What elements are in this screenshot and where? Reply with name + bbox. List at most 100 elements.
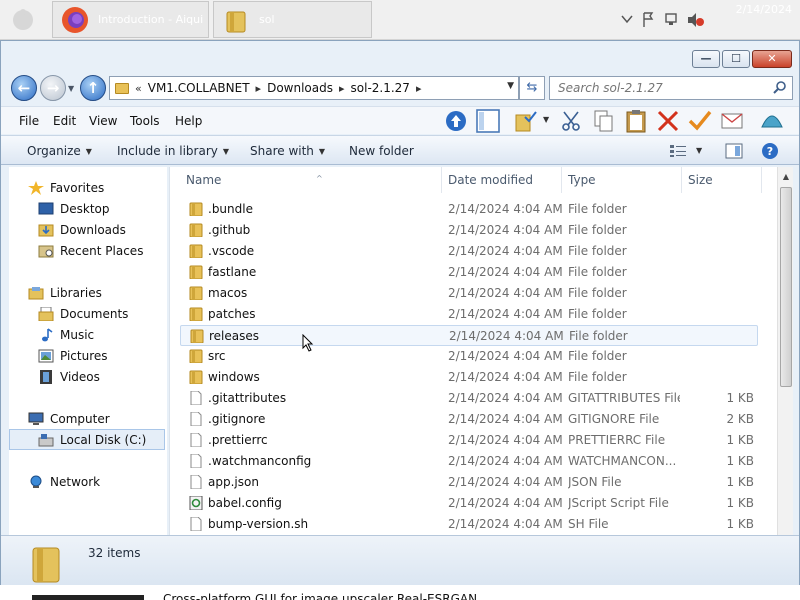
email-icon[interactable] xyxy=(719,109,745,133)
nav-documents-label: Documents xyxy=(60,307,129,321)
menu-edit[interactable]: Edit xyxy=(53,114,76,128)
delete-icon[interactable] xyxy=(655,109,681,133)
maximize-button[interactable]: ☐ xyxy=(722,50,750,68)
film-strip-icon xyxy=(40,370,52,384)
file-row[interactable]: babel.config 2/14/2024 4:04 AM JScript Scr… xyxy=(180,493,758,514)
recent-pages-dropdown-icon[interactable]: ▼ xyxy=(68,84,74,93)
paste-icon[interactable] xyxy=(623,109,649,133)
search-input[interactable] xyxy=(550,77,768,99)
file-date: 2/14/2024 4:04 AM xyxy=(448,244,563,258)
folder-check-icon[interactable] xyxy=(513,109,539,133)
file-row[interactable]: .bundle 2/14/2024 4:04 AM File folder xyxy=(180,199,758,220)
nav-local-disk[interactable]: Local Disk (C:) xyxy=(9,429,165,450)
help-icon[interactable]: ? xyxy=(761,142,779,160)
file-row[interactable]: releases 2/14/2024 4:04 AM File folder xyxy=(180,325,758,346)
file-row[interactable]: windows 2/14/2024 4:04 AM File folder xyxy=(180,367,758,388)
nav-desktop-label: Desktop xyxy=(60,202,110,216)
file-row[interactable]: bump-version.sh 2/14/2024 4:04 AM SH File 1… xyxy=(180,514,758,535)
scrollbar-thumb[interactable] xyxy=(780,187,792,387)
breadcrumb-sol[interactable]: sol-2.1.27 xyxy=(351,81,410,95)
file-date: 2/14/2024 4:04 AM xyxy=(448,391,563,405)
menu-view[interactable]: View xyxy=(89,114,117,128)
new-folder-button[interactable]: New folder xyxy=(349,144,414,158)
file-icon xyxy=(190,475,202,489)
include-in-library-button[interactable]: Include in library ▼ xyxy=(117,144,229,158)
column-header-name[interactable]: ^ Name xyxy=(180,167,442,193)
file-name: bump-version.sh xyxy=(208,517,309,531)
nav-downloads[interactable]: Downloads xyxy=(9,220,165,241)
vertical-scrollbar[interactable]: ▲ ▼ xyxy=(777,167,793,575)
file-row[interactable]: .gitattributes 2/14/2024 4:04 AM GITATTRIB… xyxy=(180,388,758,409)
file-row[interactable]: .prettierrc 2/14/2024 4:04 AM PRETTIERRC F… xyxy=(180,430,758,451)
breadcrumb-overflow[interactable]: « xyxy=(135,82,142,95)
views-dropdown-icon[interactable]: ▼ xyxy=(543,115,549,124)
up-folder-icon[interactable] xyxy=(443,109,469,133)
preview-pane-icon[interactable] xyxy=(725,143,743,159)
taskbar-tab-label: Introduction - Aiqui xyxy=(98,13,204,26)
file-date: 2/14/2024 4:04 AM xyxy=(448,307,563,321)
taskbar-tab-firefox[interactable]: Introduction - Aiqui xyxy=(52,1,209,38)
nav-libraries[interactable]: Libraries xyxy=(9,283,165,304)
folders-pane-icon[interactable] xyxy=(475,109,501,133)
nav-computer[interactable]: Computer xyxy=(9,409,165,430)
refresh-button[interactable]: ⇆ xyxy=(519,76,545,100)
cut-icon[interactable] xyxy=(559,109,585,133)
recent-places-icon xyxy=(38,245,54,258)
column-header-type[interactable]: Type xyxy=(562,167,682,193)
file-row[interactable]: .gitignore 2/14/2024 4:04 AM GITIGNORE Fil… xyxy=(180,409,758,430)
file-row[interactable]: .github 2/14/2024 4:04 AM File folder xyxy=(180,220,758,241)
file-row[interactable]: .watchmanconfig 2/14/2024 4:04 AM WATCHMAN… xyxy=(180,451,758,472)
share-with-button[interactable]: Share with ▼ xyxy=(250,144,325,158)
checkmark-icon[interactable] xyxy=(687,109,713,133)
system-tray[interactable] xyxy=(618,10,718,30)
back-button[interactable]: ← xyxy=(11,75,37,101)
file-row[interactable]: patches 2/14/2024 4:04 AM File folder xyxy=(180,304,758,325)
file-row[interactable]: src 2/14/2024 4:04 AM File folder xyxy=(180,346,758,367)
view-options-dropdown-icon[interactable]: ▼ xyxy=(696,146,702,155)
address-dropdown-icon[interactable]: ▼ xyxy=(507,81,514,91)
nav-pictures[interactable]: Pictures xyxy=(9,346,165,367)
column-header-size[interactable]: Size xyxy=(682,167,762,193)
taskbar-tab-explorer[interactable]: sol xyxy=(213,1,372,38)
up-button[interactable]: ↑ xyxy=(80,75,106,101)
file-row[interactable]: fastlane 2/14/2024 4:04 AM File folder xyxy=(180,262,758,283)
back-arrow-icon: ← xyxy=(17,79,31,97)
file-date: 2/14/2024 4:04 AM xyxy=(448,496,563,510)
file-type: PRETTIERRC File xyxy=(568,433,666,447)
file-date: 2/14/2024 4:04 AM xyxy=(448,202,563,216)
nav-favorites[interactable]: Favorites xyxy=(9,178,165,199)
menu-file[interactable]: File xyxy=(19,114,39,128)
chevron-right-icon[interactable]: ▸ xyxy=(256,82,262,95)
nav-desktop[interactable]: Desktop xyxy=(9,199,165,220)
apple-logo-icon[interactable] xyxy=(10,6,36,32)
nav-network[interactable]: Network xyxy=(9,472,165,493)
file-row[interactable]: .vscode 2/14/2024 4:04 AM File folder xyxy=(180,241,758,262)
libraries-icon xyxy=(28,287,44,300)
chevron-right-icon[interactable]: ▸ xyxy=(416,82,422,95)
nav-documents[interactable]: Documents xyxy=(9,304,165,325)
nav-recent-places[interactable]: Recent Places xyxy=(9,241,165,262)
search-box[interactable] xyxy=(549,76,793,100)
copy-icon[interactable] xyxy=(591,109,617,133)
nav-videos[interactable]: Videos xyxy=(9,367,165,388)
nav-music[interactable]: Music xyxy=(9,325,165,346)
file-row[interactable]: macos 2/14/2024 4:04 AM File folder xyxy=(180,283,758,304)
menu-tools[interactable]: Tools xyxy=(130,114,160,128)
search-icon[interactable] xyxy=(773,80,787,94)
forward-button[interactable]: → xyxy=(40,75,66,101)
organize-button[interactable]: Organize ▼ xyxy=(27,144,92,158)
breadcrumb-downloads[interactable]: Downloads xyxy=(267,81,333,95)
minimize-button[interactable]: — xyxy=(692,50,720,68)
column-header-date[interactable]: Date modified xyxy=(442,167,562,193)
close-button[interactable]: ✕ xyxy=(752,50,792,68)
address-bar[interactable]: « VM1.COLLABNET ▸ Downloads ▸ sol-2.1.27… xyxy=(109,76,519,100)
file-row[interactable]: app.json 2/14/2024 4:04 AM JSON File 1 KB xyxy=(180,472,758,493)
tray-clock[interactable]: 2/14/2024 xyxy=(736,2,792,18)
chevron-right-icon[interactable]: ▸ xyxy=(339,82,345,95)
scroll-up-arrow-icon[interactable]: ▲ xyxy=(778,169,794,185)
change-view-icon[interactable] xyxy=(669,144,687,158)
menu-help[interactable]: Help xyxy=(175,114,202,128)
shell-icon[interactable] xyxy=(759,109,785,133)
breadcrumb-vm1-collabnet[interactable]: VM1.COLLABNET xyxy=(148,81,250,95)
file-name: .watchmanconfig xyxy=(208,454,312,468)
